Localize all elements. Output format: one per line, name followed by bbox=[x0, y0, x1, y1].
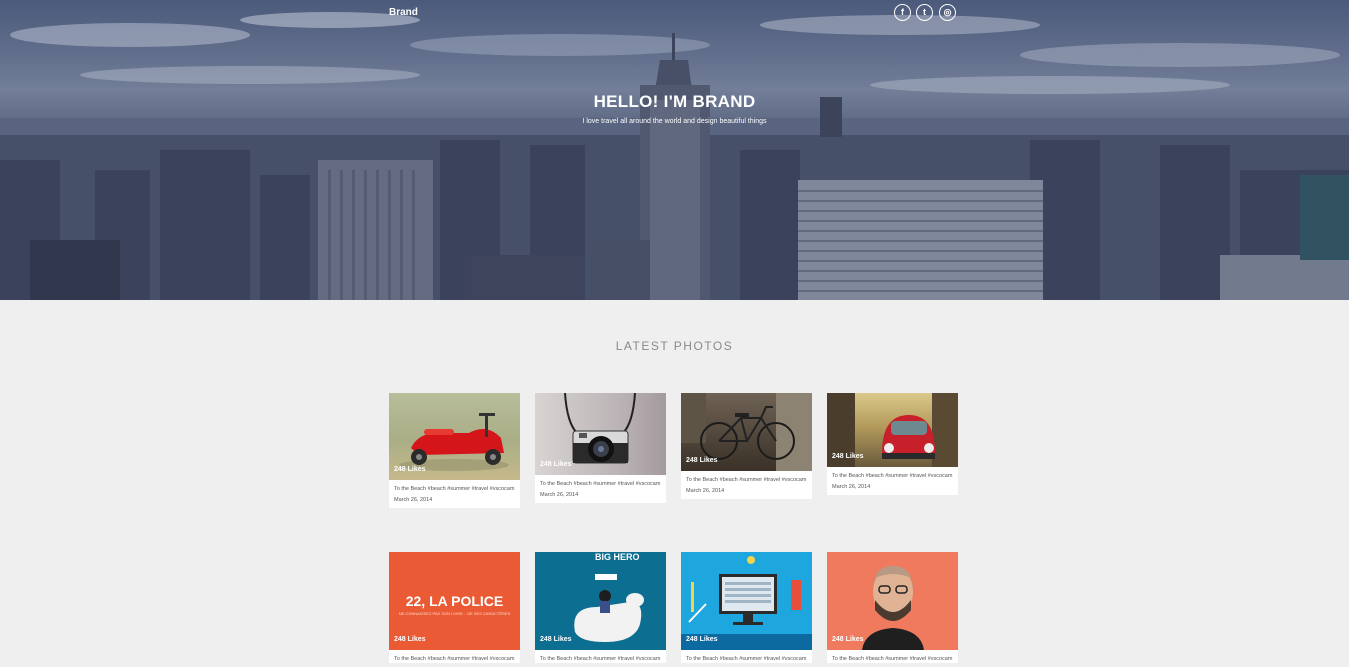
photo-date: March 26, 2014 bbox=[832, 484, 871, 490]
likes-count: 248 Likes bbox=[832, 636, 864, 643]
photo-card[interactable]: 248 Likes To the Beach #beach #summer #t… bbox=[535, 393, 666, 503]
poster-subtitle: NE CONNAISSEZ PAS SON LIVRE... DE SES CA… bbox=[398, 611, 511, 616]
photo-workspace-illustration[interactable]: 248 Likes bbox=[681, 552, 812, 650]
likes-count: 248 Likes bbox=[686, 457, 718, 464]
hero-banner: Brand f t ◎ HELLO! I'M BRAND I love trav… bbox=[0, 0, 1349, 300]
photo-beetle-car[interactable]: 248 Likes bbox=[827, 393, 958, 467]
photo-card[interactable]: 248 Likes To the Beach #beach #summer #t… bbox=[681, 552, 812, 663]
photo-portrait-illustration[interactable]: 248 Likes bbox=[827, 552, 958, 650]
photo-card[interactable]: 248 Likes To the Beach #beach #summer #t… bbox=[827, 393, 958, 495]
photo-date: March 26, 2014 bbox=[686, 488, 725, 494]
photo-date: March 26, 2014 bbox=[394, 497, 433, 503]
instagram-icon[interactable]: ◎ bbox=[939, 4, 956, 21]
photo-caption: To the Beach #beach #summer #travel #vsc… bbox=[832, 473, 953, 479]
photo-caption: To the Beach #beach #summer #travel #vsc… bbox=[832, 656, 953, 662]
photo-caption: To the Beach #beach #summer #travel #vsc… bbox=[540, 656, 661, 662]
photo-bicycle[interactable]: 248 Likes bbox=[681, 393, 812, 471]
likes-count: 248 Likes bbox=[394, 466, 426, 473]
section-title: LATEST PHOTOS bbox=[615, 339, 734, 353]
photo-card[interactable]: 248 Likes To the Beach #beach #summer #t… bbox=[389, 393, 520, 508]
photo-caption: To the Beach #beach #summer #travel #vsc… bbox=[394, 656, 515, 662]
likes-count: 248 Likes bbox=[832, 453, 864, 460]
photo-card[interactable]: 248 Likes To the Beach #beach #summer #t… bbox=[827, 552, 958, 663]
photo-card[interactable]: BIG HERO 248 Likes To the Beach #beach #… bbox=[535, 552, 666, 663]
likes-count: 248 Likes bbox=[540, 461, 572, 468]
photo-camera[interactable]: 248 Likes bbox=[535, 393, 666, 475]
photo-scooter[interactable]: 248 Likes bbox=[389, 393, 520, 480]
photo-caption: To the Beach #beach #summer #travel #vsc… bbox=[686, 477, 807, 483]
photo-caption: To the Beach #beach #summer #travel #vsc… bbox=[394, 486, 515, 492]
photo-caption: To the Beach #beach #summer #travel #vsc… bbox=[686, 656, 807, 662]
poster-title: 22, LA POLICE bbox=[405, 593, 504, 609]
hero-subtitle: I love travel all around the world and d… bbox=[582, 118, 767, 125]
photo-card[interactable]: 22, LA POLICE NE CONNAISSEZ PAS SON LIVR… bbox=[389, 552, 520, 663]
city-skyline-image bbox=[0, 0, 1349, 300]
photo-card[interactable]: 248 Likes To the Beach #beach #summer #t… bbox=[681, 393, 812, 499]
facebook-icon[interactable]: f bbox=[894, 4, 911, 21]
brand-logo[interactable]: Brand bbox=[389, 7, 418, 18]
hero-title: HELLO! I'M BRAND bbox=[593, 92, 756, 111]
likes-count: 248 Likes bbox=[686, 636, 718, 643]
twitter-icon[interactable]: t bbox=[916, 4, 933, 21]
likes-count: 248 Likes bbox=[394, 636, 426, 643]
photo-date: March 26, 2014 bbox=[540, 492, 579, 498]
likes-count: 248 Likes bbox=[540, 636, 572, 643]
photo-caption: To the Beach #beach #summer #travel #vsc… bbox=[540, 481, 661, 487]
photo-big-hero-poster[interactable]: BIG HERO 248 Likes bbox=[535, 552, 666, 650]
photo-la-police-poster[interactable]: 22, LA POLICE NE CONNAISSEZ PAS SON LIVR… bbox=[389, 552, 520, 650]
